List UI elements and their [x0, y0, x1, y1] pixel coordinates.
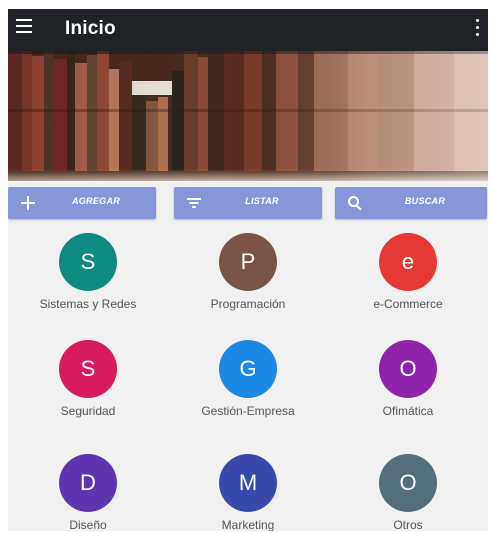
category-e-commerce[interactable]: e e-Commerce [328, 227, 488, 327]
category-label: Sistemas y Redes [39, 297, 137, 311]
category-gestion-empresa[interactable]: G Gestión-Empresa [168, 334, 328, 434]
category-label: Ofimática [382, 404, 434, 418]
add-button-label: AGREGAR [71, 196, 121, 206]
category-otros[interactable]: O Otros [328, 448, 488, 531]
category-label: Seguridad [60, 404, 116, 418]
add-button[interactable]: AGREGAR [8, 187, 156, 219]
category-avatar: S [59, 340, 117, 398]
category-avatar: S [59, 233, 117, 291]
category-avatar: D [59, 454, 117, 512]
filter-list-icon [187, 198, 201, 208]
category-avatar: M [219, 454, 277, 512]
category-avatar: P [219, 233, 277, 291]
category-programacion[interactable]: P Programación [168, 227, 328, 327]
category-sistemas-y-redes[interactable]: S Sistemas y Redes [8, 227, 168, 327]
search-icon [348, 196, 362, 211]
category-avatar: G [219, 340, 277, 398]
category-label: Diseño [69, 518, 107, 531]
library-banner-image [8, 51, 488, 181]
category-label: Gestión-Empresa [201, 404, 295, 418]
category-seguridad[interactable]: S Seguridad [8, 334, 168, 434]
category-avatar: e [379, 233, 437, 291]
search-button-label: BUSCAR [404, 196, 446, 206]
app-window: Inicio AGREGAR LISTAR BUSCAR S Sistemas … [8, 9, 488, 531]
category-label: Programación [210, 297, 286, 311]
bookshelf-illustration [8, 51, 488, 181]
category-label: Otros [393, 518, 423, 531]
action-bar: AGREGAR LISTAR BUSCAR [8, 187, 488, 219]
category-label: Marketing [221, 518, 275, 531]
hamburger-menu-icon[interactable] [16, 19, 32, 33]
app-bar: Inicio [8, 9, 488, 51]
category-avatar: O [379, 340, 437, 398]
category-diseno[interactable]: D Diseño [8, 448, 168, 531]
plus-icon [21, 196, 35, 210]
category-avatar: O [379, 454, 437, 512]
page-title: Inicio [65, 18, 116, 39]
list-button[interactable]: LISTAR [174, 187, 322, 219]
list-button-label: LISTAR [245, 196, 279, 206]
more-vertical-icon[interactable] [474, 19, 480, 37]
category-marketing[interactable]: M Marketing [168, 448, 328, 531]
category-label: e-Commerce [373, 297, 443, 311]
search-button[interactable]: BUSCAR [335, 187, 487, 219]
category-ofimatica[interactable]: O Ofimática [328, 334, 488, 434]
